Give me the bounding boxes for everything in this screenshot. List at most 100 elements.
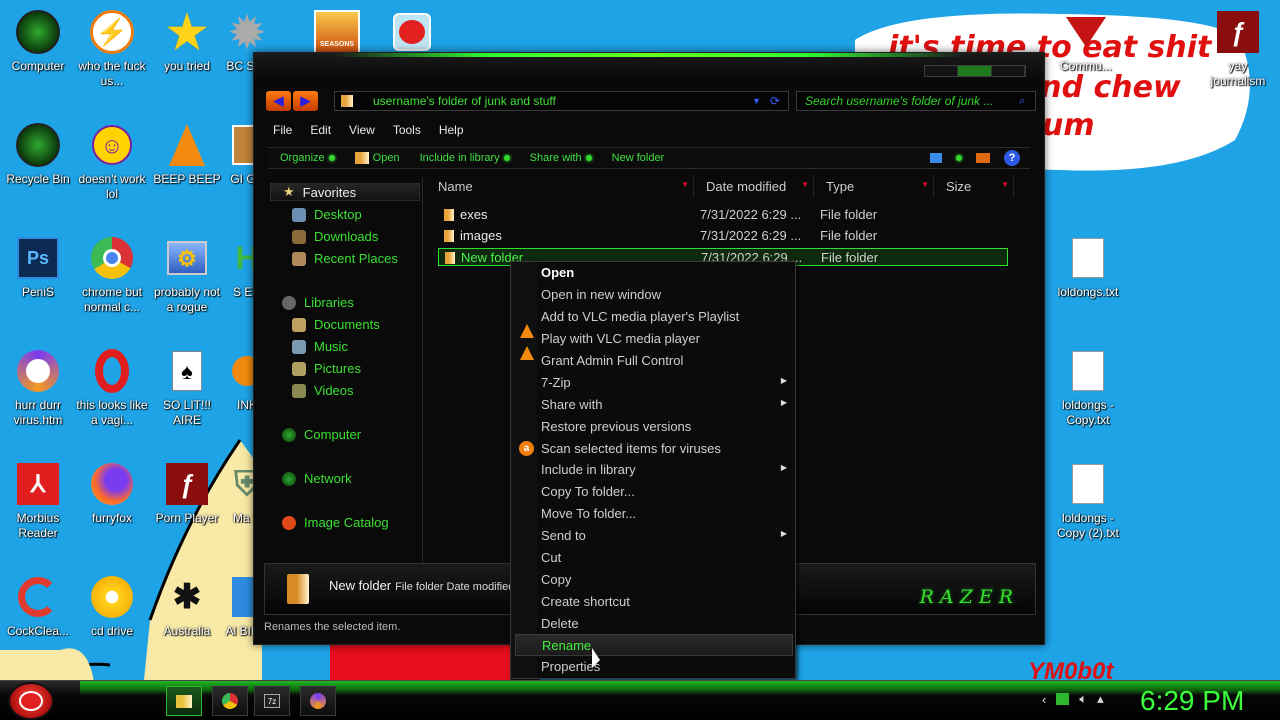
tray-expand-icon[interactable]: ‹ <box>1042 692 1046 707</box>
taskbar-browser-button[interactable] <box>300 686 336 716</box>
minimize-button[interactable] <box>925 66 959 76</box>
menu-item-scan-viruses[interactable]: a Scan selected items for viruses <box>515 438 793 460</box>
clock[interactable]: 6:29 PM <box>1140 685 1244 717</box>
menu-item-open[interactable]: Open <box>515 262 793 284</box>
menu-item-vlc-playlist[interactable]: Add to VLC media player's Playlist <box>515 306 793 338</box>
menu-view[interactable]: View <box>340 123 384 141</box>
desktop-icon-you-tried[interactable]: ★ you tried <box>149 8 225 74</box>
menu-tools[interactable]: Tools <box>384 123 430 141</box>
desktop-icon-recycle-bin[interactable]: Recycle Bin <box>0 121 76 187</box>
open-button[interactable]: Open <box>354 152 400 164</box>
menu-item-open-new-window[interactable]: Open in new window <box>515 284 793 306</box>
desktop-icon-avast[interactable]: ⚡ who the fuck us... <box>74 8 150 89</box>
nav-music[interactable]: Music <box>292 339 348 354</box>
nav-downloads[interactable]: Downloads <box>292 229 378 244</box>
view-dropdown-icon[interactable] <box>956 155 962 161</box>
desktop-icon-yay-journalism[interactable]: ƒ yay journalism <box>1200 8 1276 89</box>
desktop-icon-opera[interactable]: this looks like a vagi... <box>74 347 150 428</box>
nav-videos[interactable]: Videos <box>292 383 354 398</box>
start-button[interactable] <box>8 682 54 720</box>
menu-item-delete[interactable]: Delete <box>515 613 793 635</box>
desktop-icon-australia[interactable]: ✱ Australia <box>149 573 225 639</box>
organize-button[interactable]: Organize <box>280 152 335 164</box>
taskbar-explorer-button[interactable] <box>166 686 202 716</box>
maximize-button[interactable] <box>958 66 992 76</box>
nav-recent-places[interactable]: Recent Places <box>292 251 398 266</box>
desktop-icon-rogue[interactable]: ⚙ probably not a rogue <box>149 234 225 315</box>
menu-item-properties[interactable]: Properties <box>515 656 793 678</box>
help-icon[interactable]: ? <box>1004 150 1020 166</box>
new-folder-button[interactable]: New folder <box>612 152 665 164</box>
desktop-icon-yahoo[interactable]: ☺ doesn't work lol <box>74 121 150 202</box>
menu-item-move-to[interactable]: Move To folder... <box>515 503 793 525</box>
file-row[interactable]: images 7/31/2022 6:29 ... File folder <box>438 227 1008 245</box>
search-icon[interactable]: ⌕ <box>1019 95 1035 108</box>
refresh-icon[interactable]: ⟳ <box>770 94 788 108</box>
desktop-icon-morbius-reader[interactable]: ⅄ Morbius Reader <box>0 460 76 541</box>
desktop-icon-loldongs-copy-2[interactable]: loldongs - Copy (2).txt <box>1048 460 1128 541</box>
network-tray-icon[interactable]: ▴ <box>1097 691 1104 707</box>
nav-pictures[interactable]: Pictures <box>292 361 361 376</box>
menu-item-cut[interactable]: Cut <box>515 547 793 569</box>
column-date-modified[interactable]: Date modified ▼ <box>694 175 814 197</box>
search-box[interactable]: Search username's folder of junk ... ⌕ <box>796 91 1036 111</box>
menu-item-7zip[interactable]: 7-Zip ▶ <box>515 372 793 394</box>
taskbar-7zip-button[interactable]: 7z <box>254 686 290 716</box>
recycle-bin-icon <box>14 121 62 169</box>
pane-divider[interactable] <box>422 178 423 564</box>
desktop-icon-beep[interactable]: BEEP BEEP <box>149 121 225 187</box>
desktop-icon-computer[interactable]: Computer <box>0 8 76 74</box>
include-in-library-button[interactable]: Include in library <box>420 152 510 164</box>
menu-file[interactable]: File <box>264 123 301 141</box>
forward-button[interactable]: ▶ <box>293 91 318 111</box>
desktop-icon-chrome[interactable]: chrome but normal c... <box>74 234 150 315</box>
nav-libraries[interactable]: Libraries <box>282 295 354 310</box>
menu-item-grant-admin[interactable]: Grant Admin Full Control <box>515 350 793 372</box>
column-type[interactable]: Type ▼ <box>814 175 934 197</box>
menu-item-copy[interactable]: Copy <box>515 569 793 591</box>
address-dropdown-icon[interactable]: ▼ <box>752 96 770 106</box>
file-row[interactable]: exes 7/31/2022 6:29 ... File folder <box>438 206 1008 224</box>
nav-network[interactable]: Network <box>282 471 352 486</box>
nav-favorites[interactable]: ★ Favorites <box>270 183 420 201</box>
menu-item-restore-versions[interactable]: Restore previous versions <box>515 416 793 438</box>
desktop-icon-community[interactable]: Commu... <box>1046 8 1126 74</box>
back-button[interactable]: ◀ <box>266 91 291 111</box>
desktop-icon-virus-htm[interactable]: hurr durr virus.htm <box>0 347 76 428</box>
nav-computer[interactable]: Computer <box>282 427 361 442</box>
desktop-icon-furryfox[interactable]: furryfox <box>74 460 150 526</box>
taskbar-chrome-button[interactable] <box>212 686 248 716</box>
menu-item-create-shortcut[interactable]: Create shortcut <box>515 591 793 613</box>
menu-item-vlc-play[interactable]: Play with VLC media player <box>515 328 793 360</box>
menu-edit[interactable]: Edit <box>301 123 340 141</box>
menu-item-copy-to[interactable]: Copy To folder... <box>515 481 793 503</box>
desktop-icon-photoshop[interactable]: Ps PeniS <box>0 234 76 300</box>
desktop-icon-solitaire[interactable]: ♠ SO LIT!!! AIRE <box>149 347 225 428</box>
desktop-icon-porn-player[interactable]: ƒ Porn Player <box>149 460 225 526</box>
volume-icon[interactable]: 🔈︎ <box>1079 691 1087 707</box>
nav-documents[interactable]: Documents <box>292 317 380 332</box>
address-bar[interactable]: username's folder of junk and stuff ▼ ⟳ <box>334 91 789 111</box>
column-size[interactable]: Size ▼ <box>934 175 1014 197</box>
menu-help[interactable]: Help <box>430 123 473 141</box>
view-icon[interactable] <box>930 153 942 163</box>
close-button[interactable] <box>992 66 1025 76</box>
folder-icon <box>176 694 192 708</box>
nav-image-catalog[interactable]: Image Catalog <box>282 515 389 530</box>
desktop-icon-loldongs[interactable]: loldongs.txt <box>1048 234 1128 300</box>
submenu-arrow-icon: ▶ <box>780 398 787 407</box>
menu-item-rename[interactable]: Rename <box>515 634 793 656</box>
desktop-icon-cd-drive[interactable]: cd drive <box>74 573 150 639</box>
column-name[interactable]: Name ▼ <box>426 175 694 197</box>
flash-icon: ƒ <box>1214 8 1262 56</box>
menu-item-share-with[interactable]: Share with ▶ <box>515 394 793 416</box>
preview-pane-icon[interactable] <box>976 153 990 163</box>
nav-desktop[interactable]: Desktop <box>292 207 362 222</box>
desktop-icon-loldongs-copy[interactable]: loldongs - Copy.txt <box>1048 347 1128 428</box>
desktop-icon-ccleaner[interactable]: CockClea... <box>0 573 76 639</box>
window-controls[interactable] <box>924 65 1026 77</box>
menu-item-include-library[interactable]: Include in library ▶ <box>515 459 793 481</box>
tray-app-icon[interactable] <box>1056 693 1070 705</box>
menu-item-send-to[interactable]: Send to ▶ <box>515 525 793 547</box>
share-with-button[interactable]: Share with <box>530 152 592 164</box>
